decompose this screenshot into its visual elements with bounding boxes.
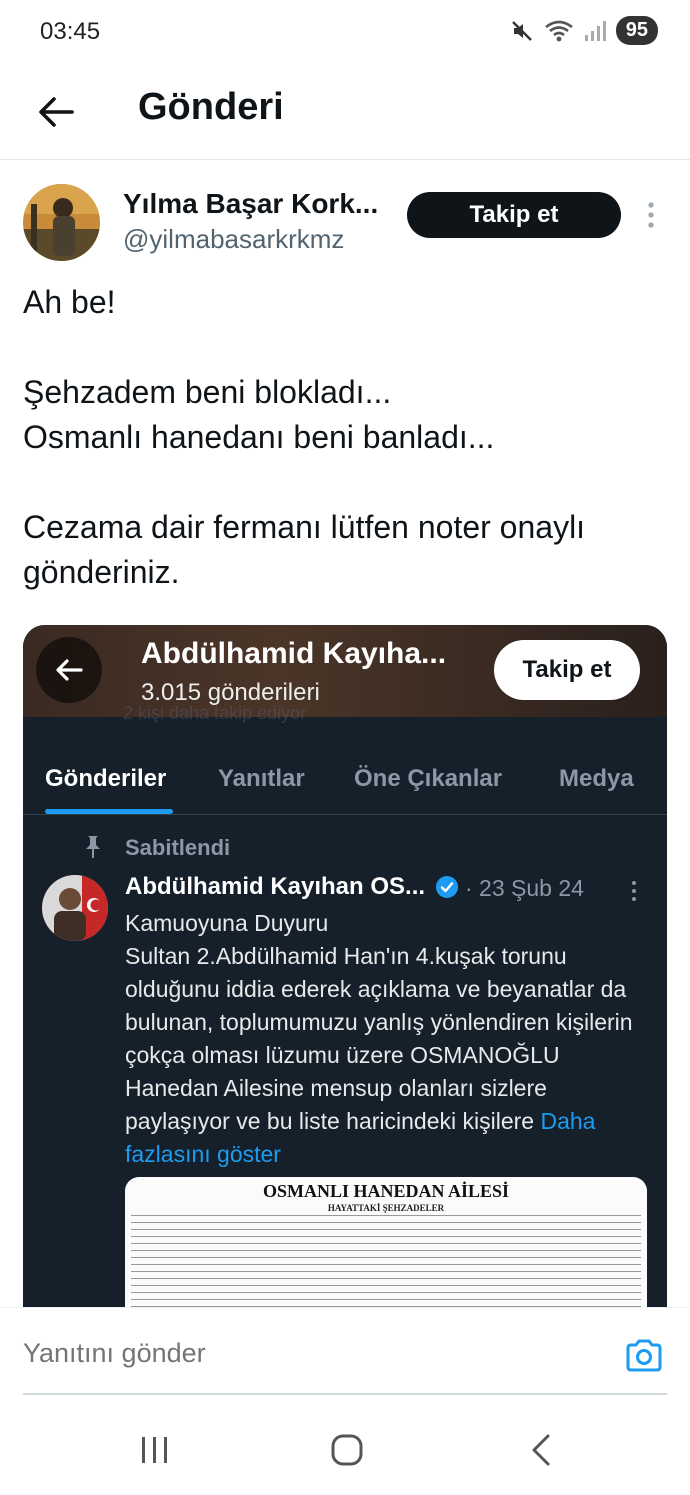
camera-icon — [626, 1339, 662, 1372]
recents-icon[interactable] — [138, 1435, 172, 1465]
verified-badge-icon — [436, 876, 458, 898]
embed-faded-text: 2 kişi daha takip ediyor — [123, 703, 307, 723]
pin-icon — [86, 836, 100, 858]
inner-post-body: Kamuoyuna Duyuru Sultan 2.Abdülhamid Han… — [125, 910, 633, 1134]
inner-author-avatar — [42, 875, 108, 941]
status-icons: 95 — [510, 16, 658, 45]
author-name[interactable]: Yılma Başar Kork... — [123, 188, 388, 220]
more-vertical-icon — [648, 202, 654, 228]
document-lines — [131, 1215, 641, 1320]
back-nav-icon[interactable] — [528, 1433, 554, 1467]
embed-tab-posts: Gönderiler — [45, 765, 167, 792]
embed-profile-header: Abdülhamid Kayıha... 3.015 gönderileri T… — [23, 625, 667, 717]
arrow-left-icon — [56, 659, 83, 681]
active-tab-indicator — [45, 809, 173, 814]
battery-indicator: 95 — [615, 16, 658, 45]
status-time: 03:45 — [40, 18, 101, 45]
app-header: Gönderi — [0, 64, 690, 160]
embed-tab-highlights: Öne Çıkanlar — [354, 765, 503, 792]
inner-post-date: · 23 Şub 24 — [465, 875, 584, 901]
embed-tab-media: Medya — [559, 765, 634, 792]
more-options-button[interactable] — [640, 200, 662, 230]
system-nav-bar — [0, 1407, 690, 1495]
avatar-image — [23, 184, 100, 261]
author-avatar[interactable] — [23, 184, 100, 261]
home-icon[interactable] — [330, 1433, 364, 1467]
page-title: Gönderi — [138, 86, 284, 128]
arrow-left-icon — [39, 97, 74, 127]
pinned-row: Sabitlendi — [23, 831, 667, 865]
embed-tabs: Gönderiler Yanıtlar Öne Çıkanlar Medya — [23, 753, 667, 815]
document-title: OSMANLI HANEDAN AİLESİ — [262, 1181, 510, 1201]
embedded-image[interactable]: Abdülhamid Kayıha... 3.015 gönderileri T… — [23, 625, 667, 1325]
more-vertical-icon — [632, 881, 636, 901]
inner-author-name: Abdülhamid Kayıhan OS... — [125, 873, 426, 900]
wifi-icon — [544, 20, 573, 41]
post-author-row: Yılma Başar Kork... @yilmabasarkrkmz Tak… — [0, 180, 690, 270]
document-image: OSMANLI HANEDAN AİLESİ HAYATTAKİ ŞEHZADE… — [125, 1177, 647, 1325]
camera-button[interactable] — [624, 1336, 664, 1376]
author-handle[interactable]: @yilmabasarkrkmz — [123, 224, 344, 255]
post-text: Ah be! Şehzadem beni blokladı... Osmanlı… — [23, 284, 586, 590]
signal-icon — [584, 20, 606, 41]
follow-button[interactable]: Takip et — [407, 192, 621, 238]
back-button[interactable] — [32, 88, 80, 136]
inner-post-text: Kamuoyuna Duyuru Sultan 2.Abdülhamid Han… — [125, 907, 645, 1171]
pinned-label: Sabitlendi — [125, 835, 231, 860]
embed-follow-button: Takip et — [494, 640, 640, 700]
embed-profile-name: Abdülhamid Kayıha... — [141, 637, 447, 670]
reply-input[interactable] — [23, 1338, 583, 1369]
avatar-image — [42, 875, 108, 941]
mute-icon — [511, 20, 532, 41]
status-bar: 03:45 95 — [0, 0, 690, 64]
reply-divider — [23, 1393, 667, 1395]
document-subtitle: HAYATTAKİ ŞEHZADELER — [327, 1203, 445, 1213]
embed-tab-replies: Yanıtlar — [218, 765, 305, 792]
reply-bar — [0, 1307, 690, 1407]
embed-back-button — [36, 637, 102, 703]
